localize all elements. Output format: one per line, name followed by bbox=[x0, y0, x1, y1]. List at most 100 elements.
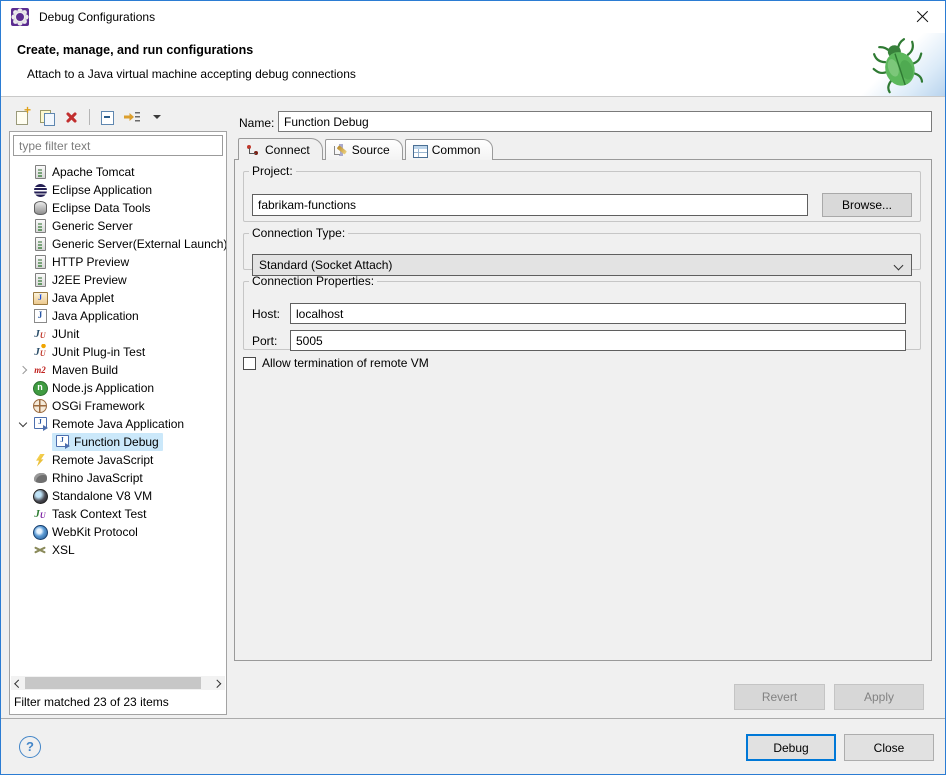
project-group: Project: Browse... bbox=[243, 164, 921, 222]
chevron-spacer bbox=[16, 165, 30, 179]
tab-label: Common bbox=[432, 143, 481, 157]
tree-item-webkit-protocol[interactable]: WebKit Protocol bbox=[10, 523, 226, 541]
tree-item-label: Node.js Application bbox=[52, 381, 154, 395]
tree-item-label: Standalone V8 VM bbox=[52, 489, 152, 503]
tree-item-content: HTTP Preview bbox=[30, 253, 133, 271]
tree-item-osgi-framework[interactable]: OSGi Framework bbox=[10, 397, 226, 415]
filter-button[interactable] bbox=[121, 106, 143, 128]
tree-item-eclipse-application[interactable]: Eclipse Application bbox=[10, 181, 226, 199]
scrollbar-thumb[interactable] bbox=[25, 677, 201, 689]
filter-status: Filter matched 23 of 23 items bbox=[10, 690, 226, 714]
window-close-button[interactable] bbox=[909, 5, 935, 29]
allow-termination-checkbox[interactable] bbox=[243, 357, 256, 370]
tree-item-content: Eclipse Data Tools bbox=[30, 199, 155, 217]
menu-dropdown-button[interactable] bbox=[146, 106, 168, 128]
header-subtitle: Attach to a Java virtual machine accepti… bbox=[27, 67, 356, 81]
remote-java-icon bbox=[32, 416, 48, 432]
tab-source[interactable]: Source bbox=[325, 139, 403, 160]
tree-item-generic-server-external-launch[interactable]: Generic Server(External Launch) bbox=[10, 235, 226, 253]
tree-item-apache-tomcat[interactable]: Apache Tomcat bbox=[10, 163, 226, 181]
tree-item-j2ee-preview[interactable]: J2EE Preview bbox=[10, 271, 226, 289]
chevron-spacer bbox=[16, 327, 30, 341]
tree-item-xsl[interactable]: XSL bbox=[10, 541, 226, 559]
chevron-spacer bbox=[16, 219, 30, 233]
tab-common[interactable]: Common bbox=[405, 139, 494, 160]
connect-icon bbox=[246, 143, 260, 156]
tree-item-generic-server[interactable]: Generic Server bbox=[10, 217, 226, 235]
chevron-spacer bbox=[16, 237, 30, 251]
scroll-right-icon[interactable] bbox=[211, 676, 225, 690]
chevron-collapsed-icon[interactable] bbox=[16, 363, 30, 377]
tree-item-junit[interactable]: JUnit bbox=[10, 325, 226, 343]
tree-item-node-js-application[interactable]: Node.js Application bbox=[10, 379, 226, 397]
tree-item-content: Standalone V8 VM bbox=[30, 487, 156, 505]
connect-tab-panel: Project: Browse... Connection Type: Stan… bbox=[234, 159, 932, 661]
delete-button[interactable] bbox=[61, 106, 83, 128]
tree-item-eclipse-data-tools[interactable]: Eclipse Data Tools bbox=[10, 199, 226, 217]
tree-item-content: Java Applet bbox=[30, 289, 118, 307]
connection-type-group: Connection Type: Standard (Socket Attach… bbox=[243, 226, 921, 270]
connection-properties-group: Connection Properties: Host: Port: bbox=[243, 274, 921, 350]
remote-java-icon bbox=[54, 434, 70, 450]
tree-item-remote-javascript[interactable]: Remote JavaScript bbox=[10, 451, 226, 469]
tree-item-label: Generic Server(External Launch) bbox=[52, 237, 226, 251]
chevron-spacer bbox=[16, 381, 30, 395]
tree-item-java-application[interactable]: Java Application bbox=[10, 307, 226, 325]
project-input[interactable] bbox=[252, 194, 808, 216]
tree-item-standalone-v8-vm[interactable]: Standalone V8 VM bbox=[10, 487, 226, 505]
tree-item-content: J2EE Preview bbox=[30, 271, 131, 289]
debug-button[interactable]: Debug bbox=[746, 734, 836, 761]
browse-button[interactable]: Browse... bbox=[822, 193, 912, 217]
scroll-left-icon[interactable] bbox=[11, 676, 25, 690]
tree-item-content: WebKit Protocol bbox=[30, 523, 142, 541]
allow-termination-label: Allow termination of remote VM bbox=[262, 356, 429, 370]
tree-item-function-debug[interactable]: Function Debug bbox=[10, 433, 226, 451]
chevron-spacer bbox=[16, 543, 30, 557]
help-button[interactable]: ? bbox=[19, 736, 41, 758]
revert-button[interactable]: Revert bbox=[734, 684, 825, 710]
name-input[interactable] bbox=[278, 111, 932, 132]
port-input[interactable] bbox=[290, 330, 906, 351]
source-icon bbox=[333, 144, 347, 157]
chevron-spacer bbox=[16, 273, 30, 287]
close-button[interactable]: Close bbox=[844, 734, 934, 761]
tree-item-content: Function Debug bbox=[52, 433, 163, 451]
menu-dropdown-icon bbox=[149, 109, 165, 125]
sidebar-toolbar bbox=[11, 105, 168, 129]
toolbar-separator bbox=[89, 109, 90, 125]
delete-icon bbox=[64, 109, 80, 125]
tree-item-http-preview[interactable]: HTTP Preview bbox=[10, 253, 226, 271]
chevron-expanded-icon[interactable] bbox=[16, 417, 30, 431]
apply-button[interactable]: Apply bbox=[834, 684, 924, 710]
tree-item-content: Generic Server bbox=[30, 217, 137, 235]
tree-item-maven-build[interactable]: Maven Build bbox=[10, 361, 226, 379]
chevron-spacer bbox=[38, 435, 52, 449]
collapse-all-button[interactable] bbox=[96, 106, 118, 128]
chevron-spacer bbox=[16, 399, 30, 413]
connection-type-select[interactable]: Standard (Socket Attach) bbox=[252, 254, 912, 276]
junit-plugin-icon bbox=[32, 344, 48, 360]
new-configuration-icon bbox=[14, 109, 30, 125]
nodejs-icon bbox=[32, 380, 48, 396]
tree-item-java-applet[interactable]: Java Applet bbox=[10, 289, 226, 307]
tree-item-task-context-test[interactable]: Task Context Test bbox=[10, 505, 226, 523]
new-configuration-button[interactable] bbox=[11, 106, 33, 128]
tree-item-label: Generic Server bbox=[52, 219, 133, 233]
chevron-spacer bbox=[16, 183, 30, 197]
duplicate-button[interactable] bbox=[36, 106, 58, 128]
tree-item-junit-plug-in-test[interactable]: JUnit Plug-in Test bbox=[10, 343, 226, 361]
bug-graphic bbox=[853, 33, 945, 96]
tree-item-label: Maven Build bbox=[52, 363, 118, 377]
collapse-all-icon bbox=[99, 109, 115, 125]
tab-connect[interactable]: Connect bbox=[238, 138, 323, 160]
maven-icon bbox=[32, 362, 48, 378]
tree-item-remote-java-application[interactable]: Remote Java Application bbox=[10, 415, 226, 433]
tree-item-content: Task Context Test bbox=[30, 505, 151, 523]
host-input[interactable] bbox=[290, 303, 906, 324]
tree-item-rhino-javascript[interactable]: Rhino JavaScript bbox=[10, 469, 226, 487]
chevron-spacer bbox=[16, 201, 30, 215]
tree-item-label: XSL bbox=[52, 543, 75, 557]
task-context-icon bbox=[32, 506, 48, 522]
chevron-spacer bbox=[16, 489, 30, 503]
filter-input[interactable] bbox=[13, 135, 223, 156]
